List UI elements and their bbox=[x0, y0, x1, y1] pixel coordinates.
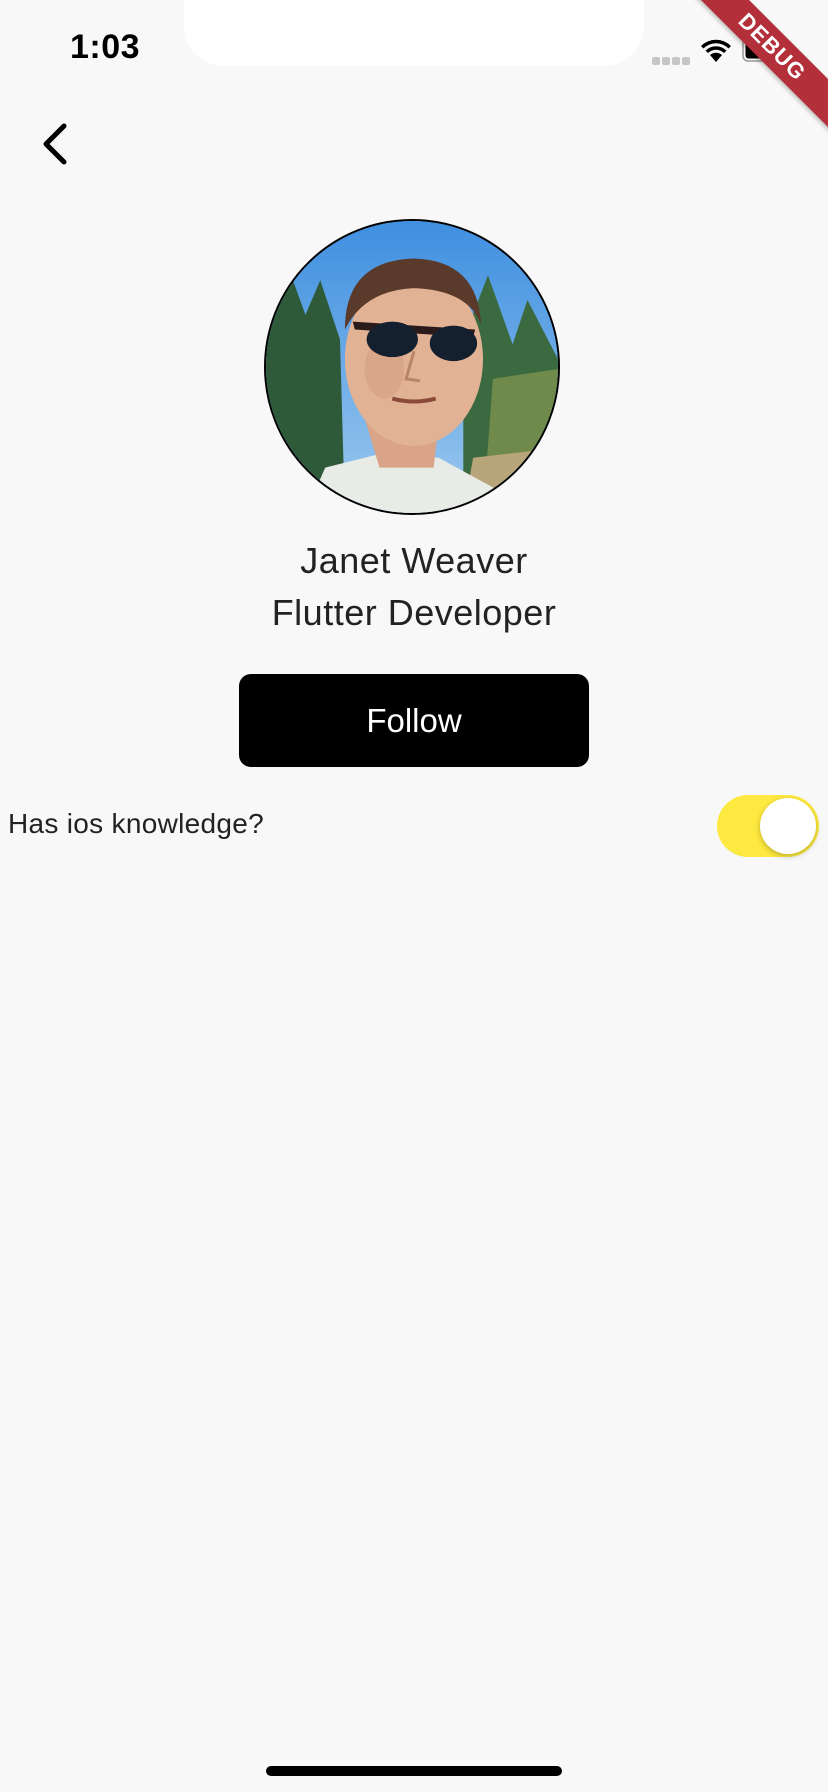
avatar-photo bbox=[266, 221, 558, 513]
wifi-icon bbox=[698, 36, 734, 64]
ios-knowledge-label: Has ios knowledge? bbox=[8, 808, 264, 839]
cellular-signal-icon bbox=[652, 52, 692, 65]
profile-name: Janet Weaver bbox=[300, 540, 528, 581]
profile-role: Flutter Developer bbox=[271, 592, 557, 633]
chevron-left-icon bbox=[43, 123, 67, 165]
home-indicator[interactable] bbox=[266, 1766, 562, 1776]
debug-banner: DEBUG bbox=[689, 0, 828, 130]
device-notch bbox=[184, 0, 644, 66]
ios-knowledge-switch[interactable] bbox=[717, 795, 819, 857]
status-time: 1:03 bbox=[70, 28, 141, 66]
follow-button[interactable]: Follow bbox=[239, 674, 589, 767]
switch-knob bbox=[760, 798, 816, 854]
avatar bbox=[264, 219, 560, 515]
back-button[interactable] bbox=[36, 116, 80, 172]
app-screen: 1:03 DEBUG Janet Weaver Flutter Develope… bbox=[0, 0, 828, 1792]
